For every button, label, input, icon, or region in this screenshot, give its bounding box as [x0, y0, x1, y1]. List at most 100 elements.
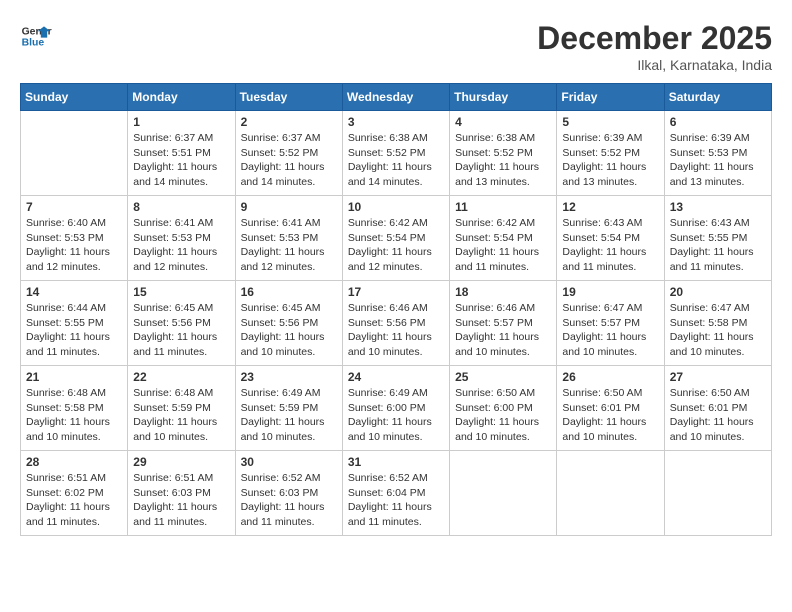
cell-info: Sunrise: 6:50 AM Sunset: 6:01 PM Dayligh…	[562, 386, 658, 445]
cell-info: Sunrise: 6:49 AM Sunset: 5:59 PM Dayligh…	[241, 386, 337, 445]
day-number: 6	[670, 115, 766, 129]
day-number: 3	[348, 115, 444, 129]
day-number: 25	[455, 370, 551, 384]
cell-info: Sunrise: 6:43 AM Sunset: 5:55 PM Dayligh…	[670, 216, 766, 275]
svg-text:Blue: Blue	[22, 38, 45, 49]
day-number: 14	[26, 285, 122, 299]
cell-info: Sunrise: 6:42 AM Sunset: 5:54 PM Dayligh…	[348, 216, 444, 275]
cell-2-7: 13 Sunrise: 6:43 AM Sunset: 5:55 PM Dayli…	[664, 196, 771, 281]
cell-4-6: 26 Sunrise: 6:50 AM Sunset: 6:01 PM Dayli…	[557, 366, 664, 451]
cell-info: Sunrise: 6:45 AM Sunset: 5:56 PM Dayligh…	[241, 301, 337, 360]
header-tuesday: Tuesday	[235, 84, 342, 111]
day-number: 23	[241, 370, 337, 384]
cell-info: Sunrise: 6:51 AM Sunset: 6:02 PM Dayligh…	[26, 471, 122, 530]
logo-icon: General Blue	[20, 20, 52, 52]
day-number: 17	[348, 285, 444, 299]
month-title: December 2025	[537, 20, 772, 57]
location-subtitle: Ilkal, Karnataka, India	[537, 57, 772, 73]
day-number: 22	[133, 370, 229, 384]
cell-4-1: 21 Sunrise: 6:48 AM Sunset: 5:58 PM Dayli…	[21, 366, 128, 451]
week-row-3: 14 Sunrise: 6:44 AM Sunset: 5:55 PM Dayli…	[21, 281, 772, 366]
day-number: 31	[348, 455, 444, 469]
day-number: 21	[26, 370, 122, 384]
cell-info: Sunrise: 6:52 AM Sunset: 6:03 PM Dayligh…	[241, 471, 337, 530]
cell-1-3: 2 Sunrise: 6:37 AM Sunset: 5:52 PM Daylig…	[235, 111, 342, 196]
header-friday: Friday	[557, 84, 664, 111]
cell-info: Sunrise: 6:46 AM Sunset: 5:56 PM Dayligh…	[348, 301, 444, 360]
header-monday: Monday	[128, 84, 235, 111]
weekday-header-row: Sunday Monday Tuesday Wednesday Thursday…	[21, 84, 772, 111]
day-number: 30	[241, 455, 337, 469]
cell-3-6: 19Sunrise: 6:47 AM Sunset: 5:57 PM Dayli…	[557, 281, 664, 366]
cell-4-4: 24 Sunrise: 6:49 AM Sunset: 6:00 PM Dayli…	[342, 366, 449, 451]
day-number: 24	[348, 370, 444, 384]
day-number: 13	[670, 200, 766, 214]
cell-info: Sunrise: 6:48 AM Sunset: 5:58 PM Dayligh…	[26, 386, 122, 445]
cell-info: Sunrise: 6:44 AM Sunset: 5:55 PM Dayligh…	[26, 301, 122, 360]
cell-2-3: 9 Sunrise: 6:41 AM Sunset: 5:53 PM Daylig…	[235, 196, 342, 281]
cell-info: Sunrise: 6:50 AM Sunset: 6:00 PM Dayligh…	[455, 386, 551, 445]
week-row-1: 1 Sunrise: 6:37 AM Sunset: 5:51 PM Daylig…	[21, 111, 772, 196]
cell-info: Sunrise: 6:41 AM Sunset: 5:53 PM Dayligh…	[133, 216, 229, 275]
day-number: 27	[670, 370, 766, 384]
cell-4-5: 25 Sunrise: 6:50 AM Sunset: 6:00 PM Dayli…	[450, 366, 557, 451]
cell-2-4: 10 Sunrise: 6:42 AM Sunset: 5:54 PM Dayli…	[342, 196, 449, 281]
day-number: 20	[670, 285, 766, 299]
cell-2-6: 12Sunrise: 6:43 AM Sunset: 5:54 PM Dayli…	[557, 196, 664, 281]
cell-info: Sunrise: 6:48 AM Sunset: 5:59 PM Dayligh…	[133, 386, 229, 445]
day-number: 4	[455, 115, 551, 129]
logo: General Blue	[20, 20, 52, 52]
cell-info: Sunrise: 6:38 AM Sunset: 5:52 PM Dayligh…	[455, 131, 551, 190]
cell-info: Sunrise: 6:42 AM Sunset: 5:54 PM Dayligh…	[455, 216, 551, 275]
cell-2-2: 8 Sunrise: 6:41 AM Sunset: 5:53 PM Daylig…	[128, 196, 235, 281]
svg-text:General: General	[22, 26, 52, 37]
cell-2-1: 7 Sunrise: 6:40 AM Sunset: 5:53 PM Daylig…	[21, 196, 128, 281]
day-number: 15	[133, 285, 229, 299]
title-block: December 2025 Ilkal, Karnataka, India	[537, 20, 772, 73]
cell-info: Sunrise: 6:49 AM Sunset: 6:00 PM Dayligh…	[348, 386, 444, 445]
cell-2-5: 11 Sunrise: 6:42 AM Sunset: 5:54 PM Dayli…	[450, 196, 557, 281]
cell-info: Sunrise: 6:40 AM Sunset: 5:53 PM Dayligh…	[26, 216, 122, 275]
page-header: General Blue December 2025 Ilkal, Karnat…	[20, 20, 772, 73]
cell-4-7: 27Sunrise: 6:50 AM Sunset: 6:01 PM Dayli…	[664, 366, 771, 451]
cell-info: Sunrise: 6:37 AM Sunset: 5:51 PM Dayligh…	[133, 131, 229, 190]
day-number: 26	[562, 370, 658, 384]
header-saturday: Saturday	[664, 84, 771, 111]
day-number: 29	[133, 455, 229, 469]
calendar-table: Sunday Monday Tuesday Wednesday Thursday…	[20, 83, 772, 536]
header-thursday: Thursday	[450, 84, 557, 111]
cell-info: Sunrise: 6:52 AM Sunset: 6:04 PM Dayligh…	[348, 471, 444, 530]
cell-5-7	[664, 451, 771, 536]
day-number: 7	[26, 200, 122, 214]
day-number: 8	[133, 200, 229, 214]
day-number: 18	[455, 285, 551, 299]
cell-3-4: 17 Sunrise: 6:46 AM Sunset: 5:56 PM Dayli…	[342, 281, 449, 366]
cell-info: Sunrise: 6:41 AM Sunset: 5:53 PM Dayligh…	[241, 216, 337, 275]
day-number: 1	[133, 115, 229, 129]
day-number: 9	[241, 200, 337, 214]
cell-5-2: 29 Sunrise: 6:51 AM Sunset: 6:03 PM Dayli…	[128, 451, 235, 536]
cell-info: Sunrise: 6:46 AM Sunset: 5:57 PM Dayligh…	[455, 301, 551, 360]
day-number: 10	[348, 200, 444, 214]
week-row-2: 7 Sunrise: 6:40 AM Sunset: 5:53 PM Daylig…	[21, 196, 772, 281]
cell-info: Sunrise: 6:51 AM Sunset: 6:03 PM Dayligh…	[133, 471, 229, 530]
cell-4-2: 22 Sunrise: 6:48 AM Sunset: 5:59 PM Dayli…	[128, 366, 235, 451]
header-sunday: Sunday	[21, 84, 128, 111]
cell-info: Sunrise: 6:47 AM Sunset: 5:58 PM Dayligh…	[670, 301, 766, 360]
cell-info: Sunrise: 6:37 AM Sunset: 5:52 PM Dayligh…	[241, 131, 337, 190]
cell-3-7: 20 Sunrise: 6:47 AM Sunset: 5:58 PM Dayli…	[664, 281, 771, 366]
cell-5-5	[450, 451, 557, 536]
cell-1-4: 3Sunrise: 6:38 AM Sunset: 5:52 PM Daylig…	[342, 111, 449, 196]
cell-info: Sunrise: 6:43 AM Sunset: 5:54 PM Dayligh…	[562, 216, 658, 275]
cell-1-2: 1 Sunrise: 6:37 AM Sunset: 5:51 PM Daylig…	[128, 111, 235, 196]
cell-4-3: 23 Sunrise: 6:49 AM Sunset: 5:59 PM Dayli…	[235, 366, 342, 451]
day-number: 19	[562, 285, 658, 299]
week-row-4: 21 Sunrise: 6:48 AM Sunset: 5:58 PM Dayli…	[21, 366, 772, 451]
cell-info: Sunrise: 6:45 AM Sunset: 5:56 PM Dayligh…	[133, 301, 229, 360]
day-number: 11	[455, 200, 551, 214]
day-number: 2	[241, 115, 337, 129]
day-number: 28	[26, 455, 122, 469]
cell-info: Sunrise: 6:39 AM Sunset: 5:52 PM Dayligh…	[562, 131, 658, 190]
day-number: 5	[562, 115, 658, 129]
cell-1-6: 5 Sunrise: 6:39 AM Sunset: 5:52 PM Daylig…	[557, 111, 664, 196]
